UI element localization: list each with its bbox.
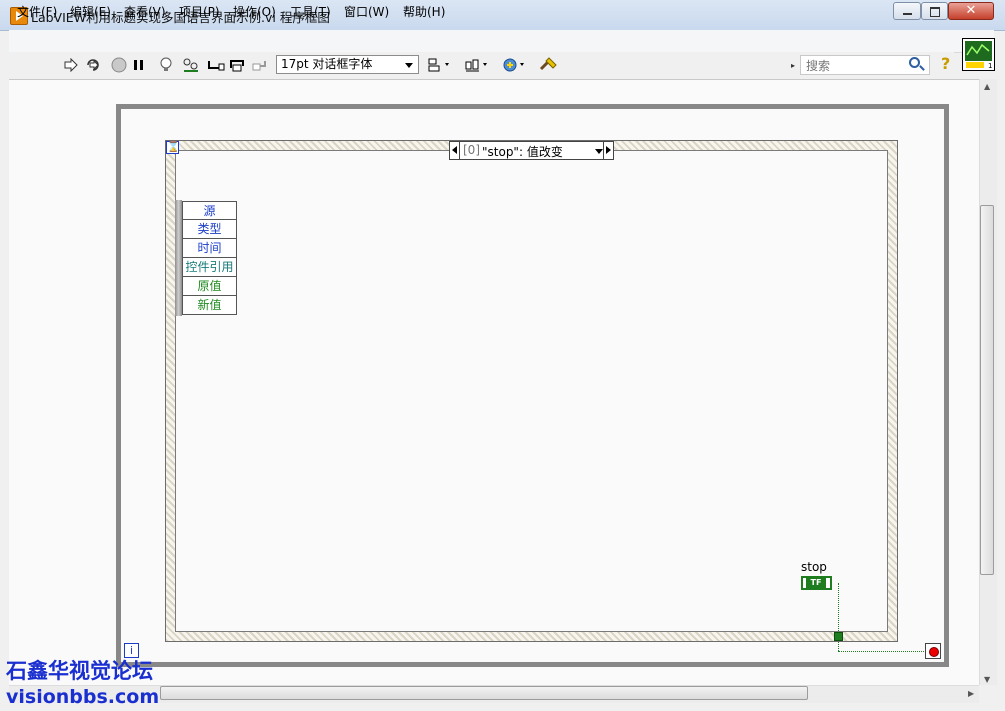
event-case-index: [0]	[463, 143, 480, 157]
chevron-down-icon	[405, 63, 413, 68]
step-over-icon[interactable]	[229, 56, 247, 74]
reorder-icon[interactable]	[502, 56, 528, 74]
search-input[interactable]	[804, 57, 908, 75]
menu-help[interactable]: 帮助(H)	[403, 3, 445, 20]
menu-tools[interactable]: 工具(T)	[290, 3, 331, 20]
timeout-terminal-icon[interactable]: ⌛	[166, 141, 179, 154]
watermark-url: visionbbs.com	[6, 686, 160, 708]
horizontal-scroll-thumb[interactable]	[160, 686, 808, 700]
scroll-down-icon[interactable]: ▼	[984, 675, 990, 684]
font-select[interactable]: 17pt 对话框字体	[276, 55, 419, 74]
event-case-selector[interactable]: [0] "stop": 值改变	[449, 141, 614, 160]
svg-text:1: 1	[988, 62, 992, 70]
minimize-button[interactable]	[893, 2, 921, 20]
event-case-label: "stop": 值改变	[482, 145, 563, 159]
maximize-button[interactable]	[921, 2, 948, 20]
stop-boolean-terminal[interactable]: TF	[801, 576, 832, 590]
boolean-tunnel[interactable]	[834, 632, 843, 641]
run-icon[interactable]	[62, 56, 80, 74]
scroll-up-icon[interactable]: ▲	[984, 82, 990, 91]
event-field-newval[interactable]: 新值	[182, 296, 237, 315]
event-field-oldval[interactable]: 原值	[182, 277, 237, 296]
pause-icon[interactable]	[130, 56, 148, 74]
stop-control-label[interactable]: stop	[801, 560, 827, 574]
event-case-subdiagram[interactable]	[175, 150, 888, 632]
previous-case-icon[interactable]	[452, 146, 457, 154]
loop-condition-terminal[interactable]	[925, 643, 941, 659]
menu-bar	[9, 30, 994, 53]
boolean-wire[interactable]	[838, 651, 926, 652]
stop-terminal-text: TF	[806, 578, 826, 588]
menu-window[interactable]: 窗口(W)	[344, 3, 389, 20]
next-case-icon[interactable]	[606, 146, 611, 154]
cleanup-diagram-icon[interactable]	[538, 55, 560, 73]
context-help-icon[interactable]: ?	[941, 54, 950, 73]
event-data-node[interactable]: 源 类型 时间 控件引用 原值 新值	[175, 200, 238, 316]
search-icon[interactable]	[909, 57, 920, 68]
menu-edit[interactable]: 编辑(E)	[70, 3, 111, 20]
highlight-execution-icon[interactable]	[157, 56, 175, 74]
menu-view[interactable]: 查看(V)	[124, 3, 166, 20]
watermark-forum-name: 石鑫华视觉论坛	[6, 659, 153, 683]
search-expand-icon[interactable]: ▸	[791, 61, 795, 70]
menu-file[interactable]: 文件(F)	[17, 3, 57, 20]
abort-icon[interactable]	[110, 56, 128, 74]
chevron-down-icon[interactable]	[595, 149, 603, 154]
distribute-objects-icon[interactable]	[465, 56, 491, 74]
menu-project[interactable]: 项目(P)	[179, 3, 220, 20]
event-field-ctlref[interactable]: 控件引用	[182, 258, 237, 277]
step-into-icon[interactable]	[207, 56, 225, 74]
menu-operate[interactable]: 操作(O)	[233, 3, 276, 20]
vi-icon[interactable]: 1	[962, 38, 995, 71]
event-field-time[interactable]: 时间	[182, 239, 237, 258]
vertical-scroll-thumb[interactable]	[980, 205, 994, 575]
font-select-value: 17pt 对话框字体	[281, 57, 373, 71]
event-field-source[interactable]: 源	[182, 201, 237, 220]
event-field-type[interactable]: 类型	[182, 220, 237, 239]
close-icon: ✕	[965, 3, 977, 18]
step-out-icon[interactable]	[251, 56, 269, 74]
event-data-node-handle[interactable]	[175, 200, 182, 316]
scroll-right-icon[interactable]: ▶	[968, 689, 974, 698]
align-objects-icon[interactable]	[428, 56, 454, 74]
close-button[interactable]: ✕	[948, 2, 994, 20]
run-continuously-icon[interactable]	[84, 56, 102, 74]
retain-wire-values-icon[interactable]	[182, 56, 200, 74]
